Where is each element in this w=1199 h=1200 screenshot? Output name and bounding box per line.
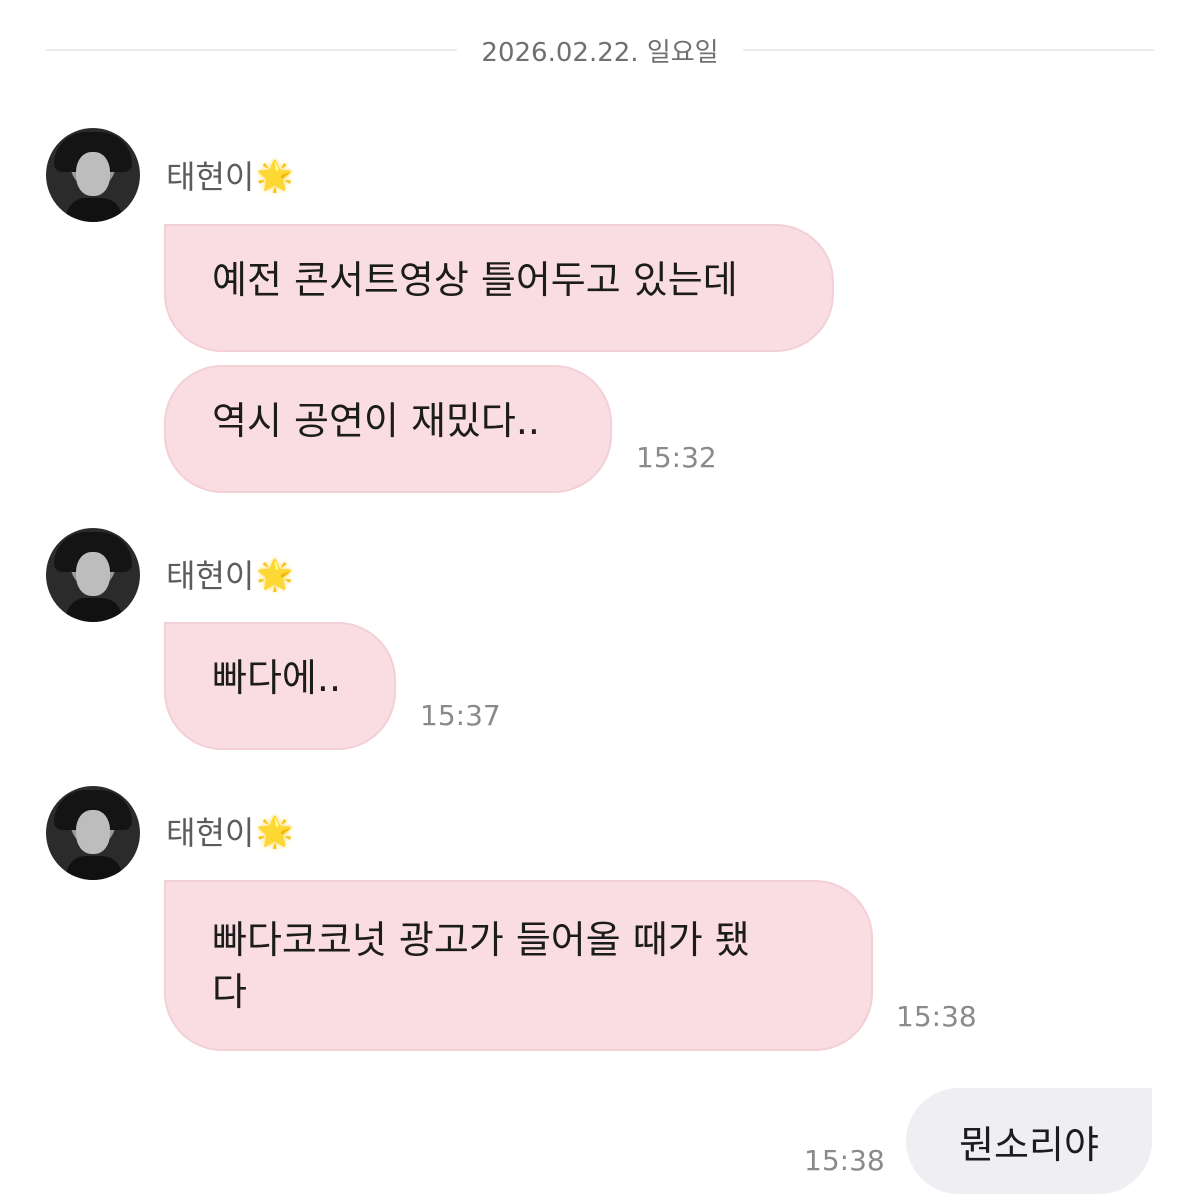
message-time: 15:38 (896, 1000, 977, 1033)
sender-name: 태현이 🌟 (166, 812, 294, 854)
message-bubble[interactable]: 역시 공연이 재밌다.. (164, 365, 612, 493)
message-bubble[interactable]: 빠다에.. (164, 622, 396, 750)
divider-right (742, 49, 1154, 51)
sender-name: 태현이 🌟 (166, 555, 294, 597)
my-message-time: 15:38 (804, 1144, 885, 1177)
message-text: 빠다에.. (212, 656, 342, 700)
star-emoji-icon: 🌟 (256, 558, 294, 593)
sender-name: 태현이 🌟 (166, 156, 294, 198)
message-time: 15:37 (420, 699, 501, 732)
message-bubble[interactable]: 예전 콘서트영상 틀어두고 있는데 (164, 224, 834, 352)
avatar[interactable] (46, 528, 140, 622)
sender-name-text: 태현이 (166, 158, 255, 196)
avatar[interactable] (46, 786, 140, 880)
message-text: 예전 콘서트영상 틀어두고 있는데 (212, 258, 738, 302)
avatar[interactable] (46, 128, 140, 222)
message-time: 15:32 (636, 441, 717, 474)
sender-name-text: 태현이 (166, 814, 255, 852)
my-message-text: 뭔소리야 (959, 1122, 1099, 1167)
star-emoji-icon: 🌟 (256, 815, 294, 850)
date-separator: 2026.02.22. 일요일 (46, 28, 1154, 72)
my-message-bubble[interactable]: 뭔소리야 (906, 1088, 1152, 1194)
star-emoji-icon: 🌟 (256, 159, 294, 194)
sender-name-text: 태현이 (166, 557, 255, 595)
message-text: 빠다코코넛 광고가 들어올 때가 됐다 (212, 918, 750, 1014)
chat-screen: 2026.02.22. 일요일 태현이 🌟 예전 콘서트영상 틀어두고 있는데 역… (0, 0, 1199, 1200)
divider-left (46, 49, 458, 51)
message-text: 역시 공연이 재밌다.. (212, 399, 540, 443)
date-label: 2026.02.22. 일요일 (481, 37, 719, 68)
message-bubble[interactable]: 빠다코코넛 광고가 들어올 때가 됐다 (164, 880, 873, 1051)
